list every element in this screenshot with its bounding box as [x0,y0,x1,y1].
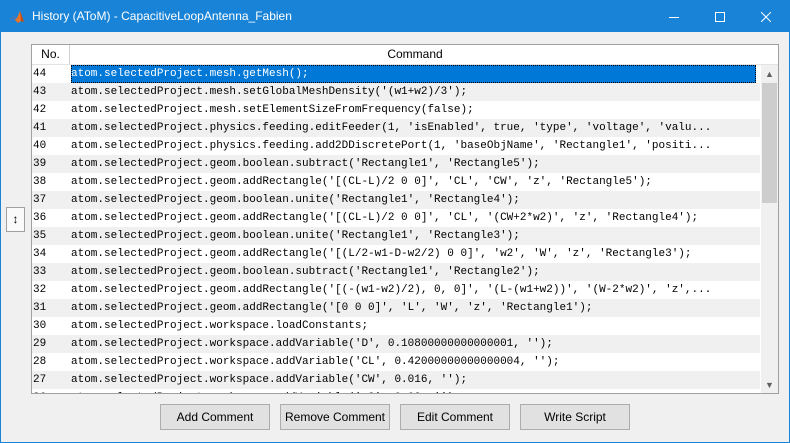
window-title: History (AToM) - CapacitiveLoopAntenna_F… [32,9,292,23]
table-header: No. Command [32,45,778,65]
table-row[interactable]: 42 atom.selectedProject.mesh.setElementSi… [32,101,760,119]
up-down-arrow-icon: ↕ [12,212,19,226]
row-command: atom.selectedProject.workspace.loadConst… [71,320,369,332]
table-row[interactable]: 39 atom.selectedProject.geom.boolean.subt… [32,155,760,173]
table-row[interactable]: 29 atom.selectedProject.workspace.addVari… [32,335,760,353]
history-table: No. Command 44 atom.selectedProject.mesh.… [31,44,779,394]
row-number: 34 [33,248,47,260]
table-row[interactable]: 30 atom.selectedProject.workspace.loadCon… [32,317,760,335]
row-command: atom.selectedProject.mesh.setGlobalMeshD… [71,86,468,98]
row-command: atom.selectedProject.geom.boolean.unite(… [71,230,520,242]
table-row[interactable]: 38 atom.selectedProject.geom.addRectangle… [32,173,760,191]
write-script-button[interactable]: Write Script [520,404,630,430]
scroll-thumb[interactable] [762,83,777,203]
table-row[interactable]: 43 atom.selectedProject.mesh.setGlobalMes… [32,83,760,101]
row-command: atom.selectedProject.geom.addRectangle('… [71,284,712,296]
column-header-command[interactable]: Command [70,45,760,64]
row-number: 43 [33,86,47,98]
row-command: atom.selectedProject.geom.boolean.subtra… [71,158,540,170]
row-number: 32 [33,284,47,296]
table-row[interactable]: 28 atom.selectedProject.workspace.addVari… [32,353,760,371]
vertical-scrollbar[interactable]: ▲ ▼ [761,65,778,393]
table-row[interactable]: 35 atom.selectedProject.geom.boolean.unit… [32,227,760,245]
table-row[interactable]: 27 atom.selectedProject.workspace.addVari… [32,371,760,389]
row-command: atom.selectedProject.geom.boolean.unite(… [71,194,520,206]
row-command: atom.selectedProject.geom.addRectangle('… [71,248,692,260]
close-icon [761,11,771,22]
chevron-down-icon: ▼ [765,379,774,390]
row-command: atom.selectedProject.geom.addRectangle('… [71,176,652,188]
maximize-button[interactable] [697,1,743,32]
row-number: 31 [33,302,47,314]
minimize-button[interactable] [651,1,697,32]
add-comment-button[interactable]: Add Comment [160,404,270,430]
close-button[interactable] [743,1,789,32]
row-number: 26 [33,389,69,393]
row-command: atom.selectedProject.geom.boolean.subtra… [71,266,540,278]
row-number: 33 [33,266,47,278]
row-number: 35 [33,230,47,242]
row-number: 38 [33,176,47,188]
row-command: atom.selectedProject.workspace.addVariab… [71,338,553,350]
table-row[interactable]: 32 atom.selectedProject.geom.addRectangle… [32,281,760,299]
row-number: 30 [33,320,47,332]
row-number: 28 [33,356,47,368]
edit-comment-button[interactable]: Edit Comment [400,404,510,430]
row-command: atom.selectedProject.physics.feeding.add… [71,140,712,152]
row-command: atom.selectedProject.mesh.getMesh(); [71,65,756,83]
row-number: 44 [33,68,47,80]
table-row[interactable]: 33 atom.selectedProject.geom.boolean.subt… [32,263,760,281]
scroll-down-button[interactable]: ▼ [761,376,778,393]
matlab-icon [9,9,25,25]
table-row[interactable]: 34 atom.selectedProject.geom.addRectangle… [32,245,760,263]
row-number: 37 [33,194,47,206]
column-header-no[interactable]: No. [32,45,70,64]
minimize-icon [669,16,679,18]
row-command: atom.selectedProject.mesh.setElementSize… [71,104,474,116]
row-number: 36 [33,212,47,224]
row-command: atom.selectedProject.geom.addRectangle('… [71,302,593,314]
row-command: atom.selectedProject.geom.addRectangle('… [71,212,699,224]
row-command: atom.selectedProject.workspace.addVariab… [71,374,468,386]
row-command: atom.selectedProject.workspace.addVariab… [71,389,756,393]
splitter-handle[interactable]: ↕ [6,207,25,232]
table-row[interactable]: 44 atom.selectedProject.mesh.getMesh(); [32,65,760,83]
maximize-icon [715,11,725,22]
row-number: 42 [33,104,47,116]
row-command: atom.selectedProject.workspace.addVariab… [71,356,560,368]
chevron-up-icon: ▲ [765,68,774,79]
history-window: History (AToM) - CapacitiveLoopAntenna_F… [0,0,790,443]
row-number: 41 [33,122,47,134]
table-row[interactable]: 26atom.selectedProject.workspace.addVari… [32,389,760,393]
remove-comment-button[interactable]: Remove Comment [280,404,390,430]
table-row[interactable]: 36 atom.selectedProject.geom.addRectangle… [32,209,760,227]
row-number: 29 [33,338,47,350]
table-row[interactable]: 37 atom.selectedProject.geom.boolean.unit… [32,191,760,209]
table-body: 44 atom.selectedProject.mesh.getMesh(); 43… [32,65,760,393]
table-row[interactable]: 40 atom.selectedProject.physics.feeding.a… [32,137,760,155]
table-row[interactable]: 31 atom.selectedProject.geom.addRectangle… [32,299,760,317]
row-number: 40 [33,140,47,152]
scroll-up-button[interactable]: ▲ [761,65,778,82]
table-row[interactable]: 41 atom.selectedProject.physics.feeding.e… [32,119,760,137]
row-number: 27 [33,374,47,386]
title-bar[interactable]: History (AToM) - CapacitiveLoopAntenna_F… [1,1,789,32]
row-number: 39 [33,158,47,170]
row-command: atom.selectedProject.physics.feeding.edi… [71,122,712,134]
